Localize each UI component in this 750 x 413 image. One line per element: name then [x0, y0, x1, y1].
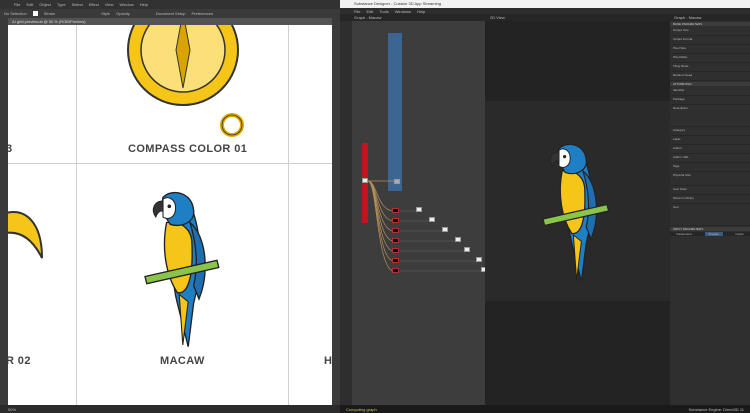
props-panel-title: Graph - Macaw — [674, 15, 702, 20]
zoom-level[interactable]: 50% — [8, 407, 16, 412]
prop-show-in-library[interactable]: Show In Library — [670, 195, 750, 204]
menu-help[interactable]: Help — [140, 2, 148, 7]
library-toolbar[interactable] — [340, 21, 352, 405]
graph-node-output[interactable] — [416, 207, 422, 212]
artboard-label-partial: 3 — [8, 143, 13, 155]
artboard-label-partial: R 02 — [8, 355, 31, 367]
prop-author-url[interactable]: Author URL — [670, 154, 750, 163]
status-bar: 50% — [0, 405, 340, 413]
graph-node-output[interactable] — [442, 227, 448, 232]
graph-node[interactable] — [392, 238, 399, 243]
prop-category[interactable]: Category — [670, 127, 750, 136]
artboard-label-compass: COMPASS COLOR 01 — [128, 143, 248, 155]
graph-node-output[interactable] — [455, 237, 461, 242]
artboard-label-partial: H — [324, 355, 332, 367]
prop-package[interactable]: Package — [670, 96, 750, 105]
menu-help[interactable]: Help — [417, 9, 425, 14]
tab-inputs[interactable]: Inputs — [735, 232, 743, 236]
artboard-canvas[interactable]: COMPASS COLOR 01 3 MACAW R 02 H — [8, 25, 332, 405]
prop-author[interactable]: Author — [670, 145, 750, 154]
graph-node-input[interactable] — [362, 178, 368, 183]
fill-swatch[interactable] — [32, 11, 38, 16]
opacity-label[interactable]: Opacity — [116, 11, 130, 16]
prop-description[interactable]: Description — [670, 105, 750, 127]
menu-object[interactable]: Object — [39, 2, 51, 7]
prop-physical-size[interactable]: Physical Size — [670, 172, 750, 186]
menu-edit[interactable]: Edit — [366, 9, 373, 14]
macaw-artwork — [136, 180, 226, 355]
graph-node[interactable] — [392, 218, 399, 223]
graph-view[interactable] — [352, 21, 485, 405]
designer-status-bar: Computing graph Substance Engine: Direct… — [340, 405, 750, 413]
compass-artwork — [127, 25, 244, 137]
status-left: Computing graph — [346, 406, 377, 412]
control-bar: No Selection Stroke Style Opacity Docume… — [0, 9, 340, 18]
grid-line — [8, 163, 332, 164]
menu-file[interactable]: File — [14, 2, 20, 7]
prop-icon[interactable]: Icon — [670, 204, 750, 226]
grid-line — [76, 25, 77, 405]
prop-random-seed[interactable]: Random Seed — [670, 72, 750, 81]
window-title: Substance Designer - Custom 3D App Strea… — [340, 0, 750, 8]
illustrator-menu-bar: File Edit Object Type Select Effect View… — [0, 0, 340, 9]
tab-parameters[interactable]: Parameters — [676, 232, 692, 236]
graph-node-output[interactable] — [429, 217, 435, 222]
graph-node-output[interactable] — [476, 257, 482, 262]
2d-view[interactable] — [485, 21, 670, 405]
panel-header-bar: Graph - Macaw 2D View Graph - Macaw — [340, 14, 750, 21]
graph-node[interactable] — [392, 258, 399, 263]
tools-panel[interactable] — [0, 18, 8, 405]
preferences-button[interactable]: Preferences — [192, 11, 214, 16]
prop-pixel-ratio[interactable]: Pixel Ratio — [670, 54, 750, 63]
graph-node-output[interactable] — [464, 247, 470, 252]
graph-node[interactable] — [392, 208, 399, 213]
node-connections — [367, 180, 485, 272]
prop-pixel-size[interactable]: Pixel Size — [670, 45, 750, 54]
menu-type[interactable]: Type — [57, 2, 66, 7]
graph-panel-title: Graph - Macaw — [354, 15, 382, 20]
input-tabs: Parameters Presets Inputs — [670, 232, 750, 236]
prop-output-format[interactable]: Output Format — [670, 36, 750, 45]
graph-node[interactable] — [392, 228, 399, 233]
style-label[interactable]: Style — [101, 11, 110, 16]
menu-window[interactable]: Window — [119, 2, 133, 7]
menu-tools[interactable]: Tools — [379, 9, 388, 14]
view-panel-title: 2D View — [490, 15, 505, 20]
menu-windows[interactable]: Windows — [395, 9, 411, 14]
macaw-texture-preview — [535, 131, 615, 291]
prop-user-data[interactable]: User Data — [670, 186, 750, 195]
toucan-beak-partial — [8, 211, 43, 259]
properties-panel: BASE PARAMETERS Output Size Output Forma… — [670, 21, 750, 405]
grid-line — [288, 25, 289, 405]
status-right: Substance Engine: Direct3D 11 — [688, 406, 744, 412]
graph-node-blend[interactable] — [394, 179, 400, 184]
section-input-parameters[interactable]: INPUT PARAMETERS — [670, 227, 750, 231]
prop-label[interactable]: Label — [670, 136, 750, 145]
artboard-label-macaw: MACAW — [160, 355, 205, 367]
section-attributes[interactable]: ATTRIBUTES — [670, 82, 750, 86]
prop-output-size[interactable]: Output Size — [670, 27, 750, 36]
stroke-label[interactable]: Stroke — [44, 11, 56, 16]
menu-select[interactable]: Select — [72, 2, 83, 7]
prop-tags[interactable]: Tags — [670, 163, 750, 172]
menu-file[interactable]: File — [354, 9, 360, 14]
selection-label: No Selection — [4, 11, 27, 16]
document-tab[interactable]: AI grid preview.ai @ 50 % (RGB/Preview) — [8, 18, 332, 25]
prop-identifier[interactable]: Identifier — [670, 87, 750, 96]
graph-node[interactable] — [392, 268, 399, 273]
graph-node[interactable] — [392, 248, 399, 253]
menu-effect[interactable]: Effect — [89, 2, 99, 7]
prop-tiling-mode[interactable]: Tiling Mode — [670, 63, 750, 72]
document-setup-button[interactable]: Document Setup — [156, 11, 186, 16]
tab-presets[interactable]: Presets — [704, 232, 723, 236]
section-base-parameters[interactable]: BASE PARAMETERS — [670, 22, 750, 26]
right-panel-dock[interactable] — [332, 18, 340, 405]
menu-view[interactable]: View — [105, 2, 114, 7]
menu-edit[interactable]: Edit — [26, 2, 33, 7]
